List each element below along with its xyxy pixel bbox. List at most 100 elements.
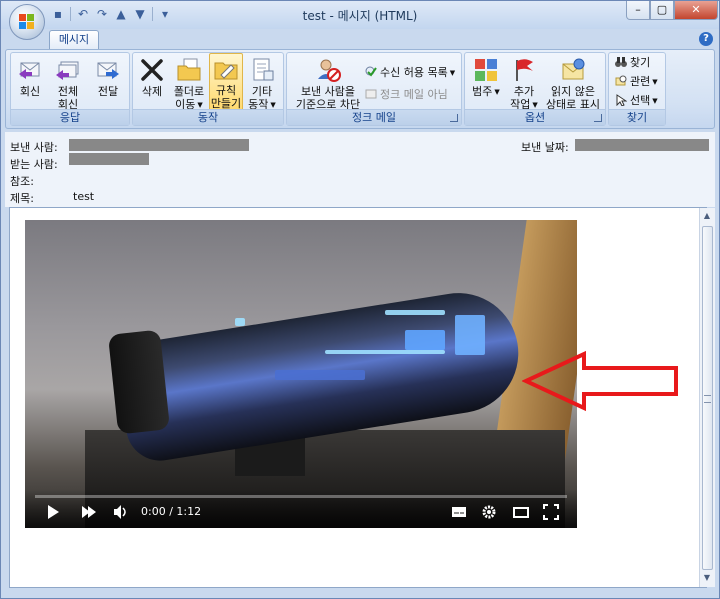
- find-button[interactable]: 찾기: [615, 55, 650, 71]
- video-progress-bar[interactable]: [35, 495, 567, 498]
- minimize-button[interactable]: –: [626, 1, 650, 20]
- reply-label: 회신: [19, 85, 41, 98]
- subtitles-icon[interactable]: [451, 504, 467, 520]
- outlook-message-window: ▪ ↶ ↷ ▲ ▼ ▾ test - 메시지 (HTML) – ▢ ✕ 메시지 …: [0, 0, 720, 599]
- video-controls: 0:00 / 1:12: [25, 490, 577, 528]
- maximize-button[interactable]: ▢: [650, 1, 674, 20]
- group-options: 범주 ▼ 추가 작업 ▼ 읽지 않은 상태로 표시 옵션: [464, 52, 606, 126]
- title-bar: ▪ ↶ ↷ ▲ ▼ ▾ test - 메시지 (HTML) – ▢ ✕: [1, 1, 719, 29]
- unread-label-1: 읽지 않은: [551, 85, 595, 98]
- reply-button[interactable]: 회신: [15, 55, 45, 111]
- red-arrow-annotation: [522, 350, 678, 412]
- help-icon[interactable]: ?: [699, 32, 713, 46]
- categorize-button[interactable]: 범주 ▼: [469, 55, 503, 111]
- block-sender-button[interactable]: 보낸 사람을 기준으로 차단: [291, 55, 365, 111]
- video-time: 0:00 / 1:12: [141, 505, 202, 518]
- office-button[interactable]: [9, 4, 45, 40]
- reply-all-button[interactable]: 전체 회신: [51, 55, 85, 111]
- delete-label: 삭제: [141, 85, 163, 98]
- subject-label: 제목:: [10, 192, 34, 205]
- move-label-1: 폴더로: [173, 85, 205, 98]
- scroll-up-icon[interactable]: ▲: [701, 210, 713, 222]
- select-label: 선택: [630, 94, 651, 107]
- to-label: 받는 사람:: [10, 158, 58, 171]
- scroll-thumb[interactable]: [702, 226, 713, 570]
- office-logo-icon: [19, 14, 35, 30]
- folder-icon: [177, 58, 201, 81]
- theater-mode-icon[interactable]: [513, 504, 529, 520]
- block-sender-icon: [318, 59, 341, 82]
- cursor-icon: [616, 94, 627, 106]
- rules-icon: [214, 62, 238, 80]
- options-dialog-launcher-icon[interactable]: [594, 114, 602, 122]
- follow-up-button[interactable]: 추가 작업 ▼: [507, 55, 541, 111]
- create-rule-button[interactable]: 규칙 만들기: [209, 53, 243, 113]
- safe-senders-list-button[interactable]: 수신 허용 목록 ▼: [365, 65, 455, 81]
- forward-icon: [97, 62, 119, 79]
- delete-icon: [141, 59, 163, 81]
- find-label: 찾기: [630, 56, 651, 69]
- other-actions-button[interactable]: 기타 동작 ▼: [245, 55, 279, 111]
- play-icon[interactable]: [45, 504, 61, 520]
- next-icon[interactable]: [81, 504, 97, 520]
- related-label: 관련: [630, 75, 651, 88]
- block-sender-label-1: 보낸 사람을: [300, 85, 356, 98]
- sent-label: 보낸 날짜:: [521, 141, 569, 154]
- related-button[interactable]: 관련 ▼: [615, 74, 658, 90]
- reply-icon: [19, 62, 40, 79]
- close-button[interactable]: ✕: [674, 1, 718, 20]
- move-to-folder-button[interactable]: 폴더로 이동 ▼: [171, 55, 207, 111]
- not-junk-button: 정크 메일 아님: [365, 87, 448, 103]
- video-frame-glow: [385, 310, 445, 315]
- forward-button[interactable]: 전달: [93, 55, 123, 111]
- message-header: 보낸 사람: 보낸 날짜: 받는 사람: 참조: 제목: test: [5, 132, 715, 207]
- group-actions-label: 동작: [133, 109, 283, 125]
- scroll-grip-icon: [704, 395, 711, 403]
- group-actions: 삭제 폴더로 이동 ▼ 규칙 만들기 기타 동작 ▼ 동작: [132, 52, 284, 126]
- video-frame-glow: [455, 315, 485, 355]
- rules-label-1: 규칙: [215, 84, 237, 97]
- mark-as-unread-button[interactable]: 읽지 않은 상태로 표시: [543, 55, 603, 111]
- other-label-1: 기타: [251, 85, 273, 98]
- categorize-label: 범주 ▼: [472, 85, 500, 98]
- video-player[interactable]: 0:00 / 1:12: [25, 220, 577, 528]
- tab-message[interactable]: 메시지: [49, 30, 99, 49]
- cc-label: 참조:: [10, 175, 34, 188]
- window-title: test - 메시지 (HTML): [302, 9, 418, 23]
- group-respond-label: 응답: [11, 109, 129, 125]
- video-frame-glow: [405, 330, 445, 350]
- junk-dialog-launcher-icon[interactable]: [450, 114, 458, 122]
- related-icon: [615, 75, 627, 86]
- group-options-label: 옵션: [465, 109, 605, 125]
- settings-gear-icon[interactable]: [481, 504, 497, 520]
- reply-all-icon: [56, 61, 79, 80]
- unread-envelope-icon: [562, 58, 585, 80]
- fullscreen-icon[interactable]: [543, 504, 559, 520]
- safe-list-icon: [365, 66, 377, 77]
- not-junk-icon: [365, 89, 377, 99]
- sent-value-redacted: [575, 139, 709, 151]
- volume-icon[interactable]: [113, 504, 129, 520]
- ribbon-tab-row: 메시지 ?: [1, 29, 719, 49]
- to-value-redacted: [69, 153, 149, 165]
- from-label: 보낸 사람:: [10, 141, 58, 154]
- group-junk-mail: 보낸 사람을 기준으로 차단 수신 허용 목록 ▼ 정크 메일 아님 정크 메일: [286, 52, 462, 126]
- not-junk-label: 정크 메일 아님: [380, 88, 448, 101]
- safe-list-label: 수신 허용 목록: [380, 66, 448, 79]
- subject-value: test: [73, 190, 95, 203]
- message-body[interactable]: 0:00 / 1:12 ▲ ▼: [9, 207, 715, 588]
- video-frame-display-cap: [107, 329, 171, 435]
- other-actions-icon: [253, 58, 274, 81]
- delete-button[interactable]: 삭제: [137, 55, 167, 111]
- ribbon: 회신 전체 회신 전달 응답 삭제 폴더로 이동 ▼ 규칙 만들기 기타 동작 …: [5, 49, 715, 129]
- vertical-scrollbar[interactable]: ▲ ▼: [699, 208, 715, 587]
- video-frame-glow: [275, 370, 365, 380]
- video-frame-glow: [235, 318, 245, 326]
- follow-up-label-1: 추가: [513, 85, 535, 98]
- group-respond: 회신 전체 회신 전달 응답: [10, 52, 130, 126]
- select-button[interactable]: 선택 ▼: [615, 93, 658, 109]
- scroll-down-icon[interactable]: ▼: [701, 572, 713, 584]
- flag-icon: [516, 59, 533, 81]
- group-find: 찾기 관련 ▼ 선택 ▼ 찾기: [608, 52, 666, 126]
- group-junk-label: 정크 메일: [287, 109, 461, 125]
